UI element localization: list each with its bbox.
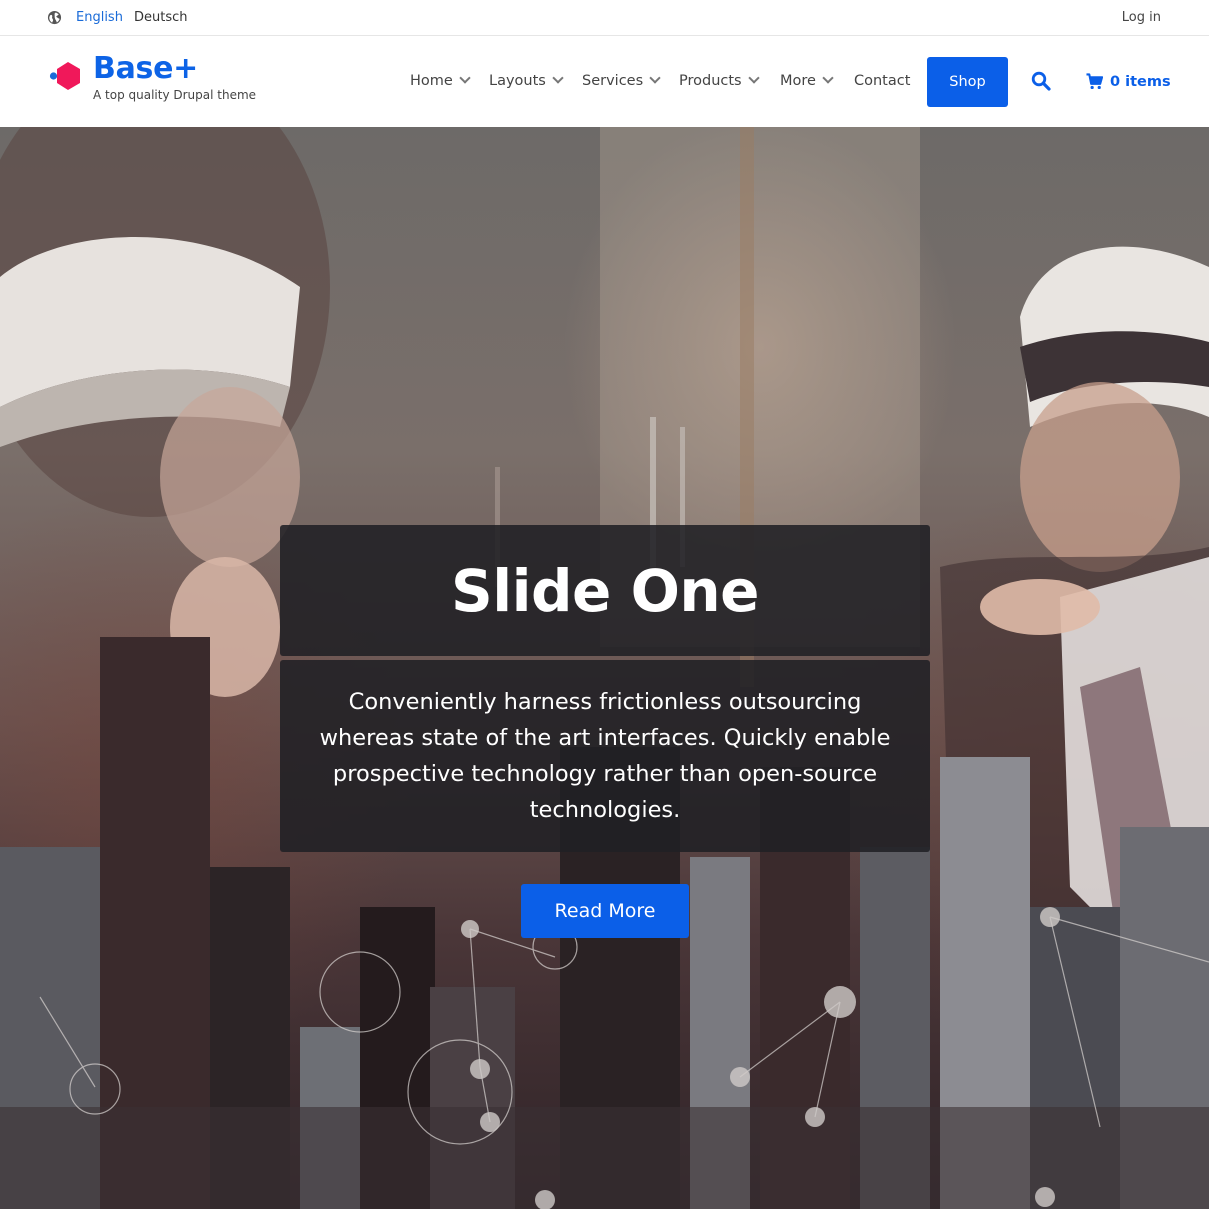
hero-slider: Slide One Conveniently harness frictionl…: [0, 127, 1209, 1209]
site-slogan: A top quality Drupal theme: [93, 88, 257, 102]
chevron-down-icon: [459, 72, 471, 84]
slide-title-box: Slide One: [280, 525, 930, 656]
globe-icon: [47, 10, 62, 25]
chevron-down-icon: [649, 72, 661, 84]
nav-item-label: More: [780, 73, 816, 89]
read-more-button[interactable]: Read More: [521, 884, 689, 938]
language-english-link[interactable]: English: [76, 10, 123, 25]
nav-item-products[interactable]: Products: [679, 72, 760, 89]
cart-link[interactable]: 0 items: [1086, 73, 1171, 90]
nav-item-label: Home: [410, 73, 453, 89]
top-utility-bar: English Deutsch Log in: [0, 0, 1209, 36]
nav-item-more[interactable]: More: [780, 72, 834, 89]
nav-item-label: Services: [582, 73, 644, 89]
shop-button[interactable]: Shop: [927, 57, 1008, 107]
nav-item-label: Layouts: [489, 73, 546, 89]
chevron-down-icon: [822, 72, 834, 84]
nav-item-layouts[interactable]: Layouts: [489, 72, 564, 89]
site-header: Base+ A top quality Drupal theme Home La…: [0, 37, 1209, 127]
cart-count: 0 items: [1110, 73, 1171, 90]
nav-item-services[interactable]: Services: [582, 72, 661, 89]
language-deutsch-link[interactable]: Deutsch: [134, 10, 188, 25]
site-name[interactable]: Base+: [93, 51, 198, 87]
hexagon-logo-icon[interactable]: [48, 59, 84, 95]
chevron-down-icon: [747, 72, 760, 84]
shopping-cart-icon: [1086, 73, 1103, 90]
nav-item-label: Products: [679, 73, 742, 89]
search-icon[interactable]: [1031, 71, 1051, 91]
chevron-down-icon: [552, 72, 564, 84]
nav-item-label: Contact: [854, 73, 911, 89]
slide-text-box: Conveniently harness frictionless outsou…: [280, 660, 930, 852]
slide-title: Slide One: [450, 556, 760, 625]
nav-item-contact[interactable]: Contact: [854, 73, 910, 89]
login-link[interactable]: Log in: [1122, 10, 1161, 25]
nav-item-home[interactable]: Home: [410, 72, 471, 89]
slide-text: Conveniently harness frictionless outsou…: [319, 689, 891, 823]
